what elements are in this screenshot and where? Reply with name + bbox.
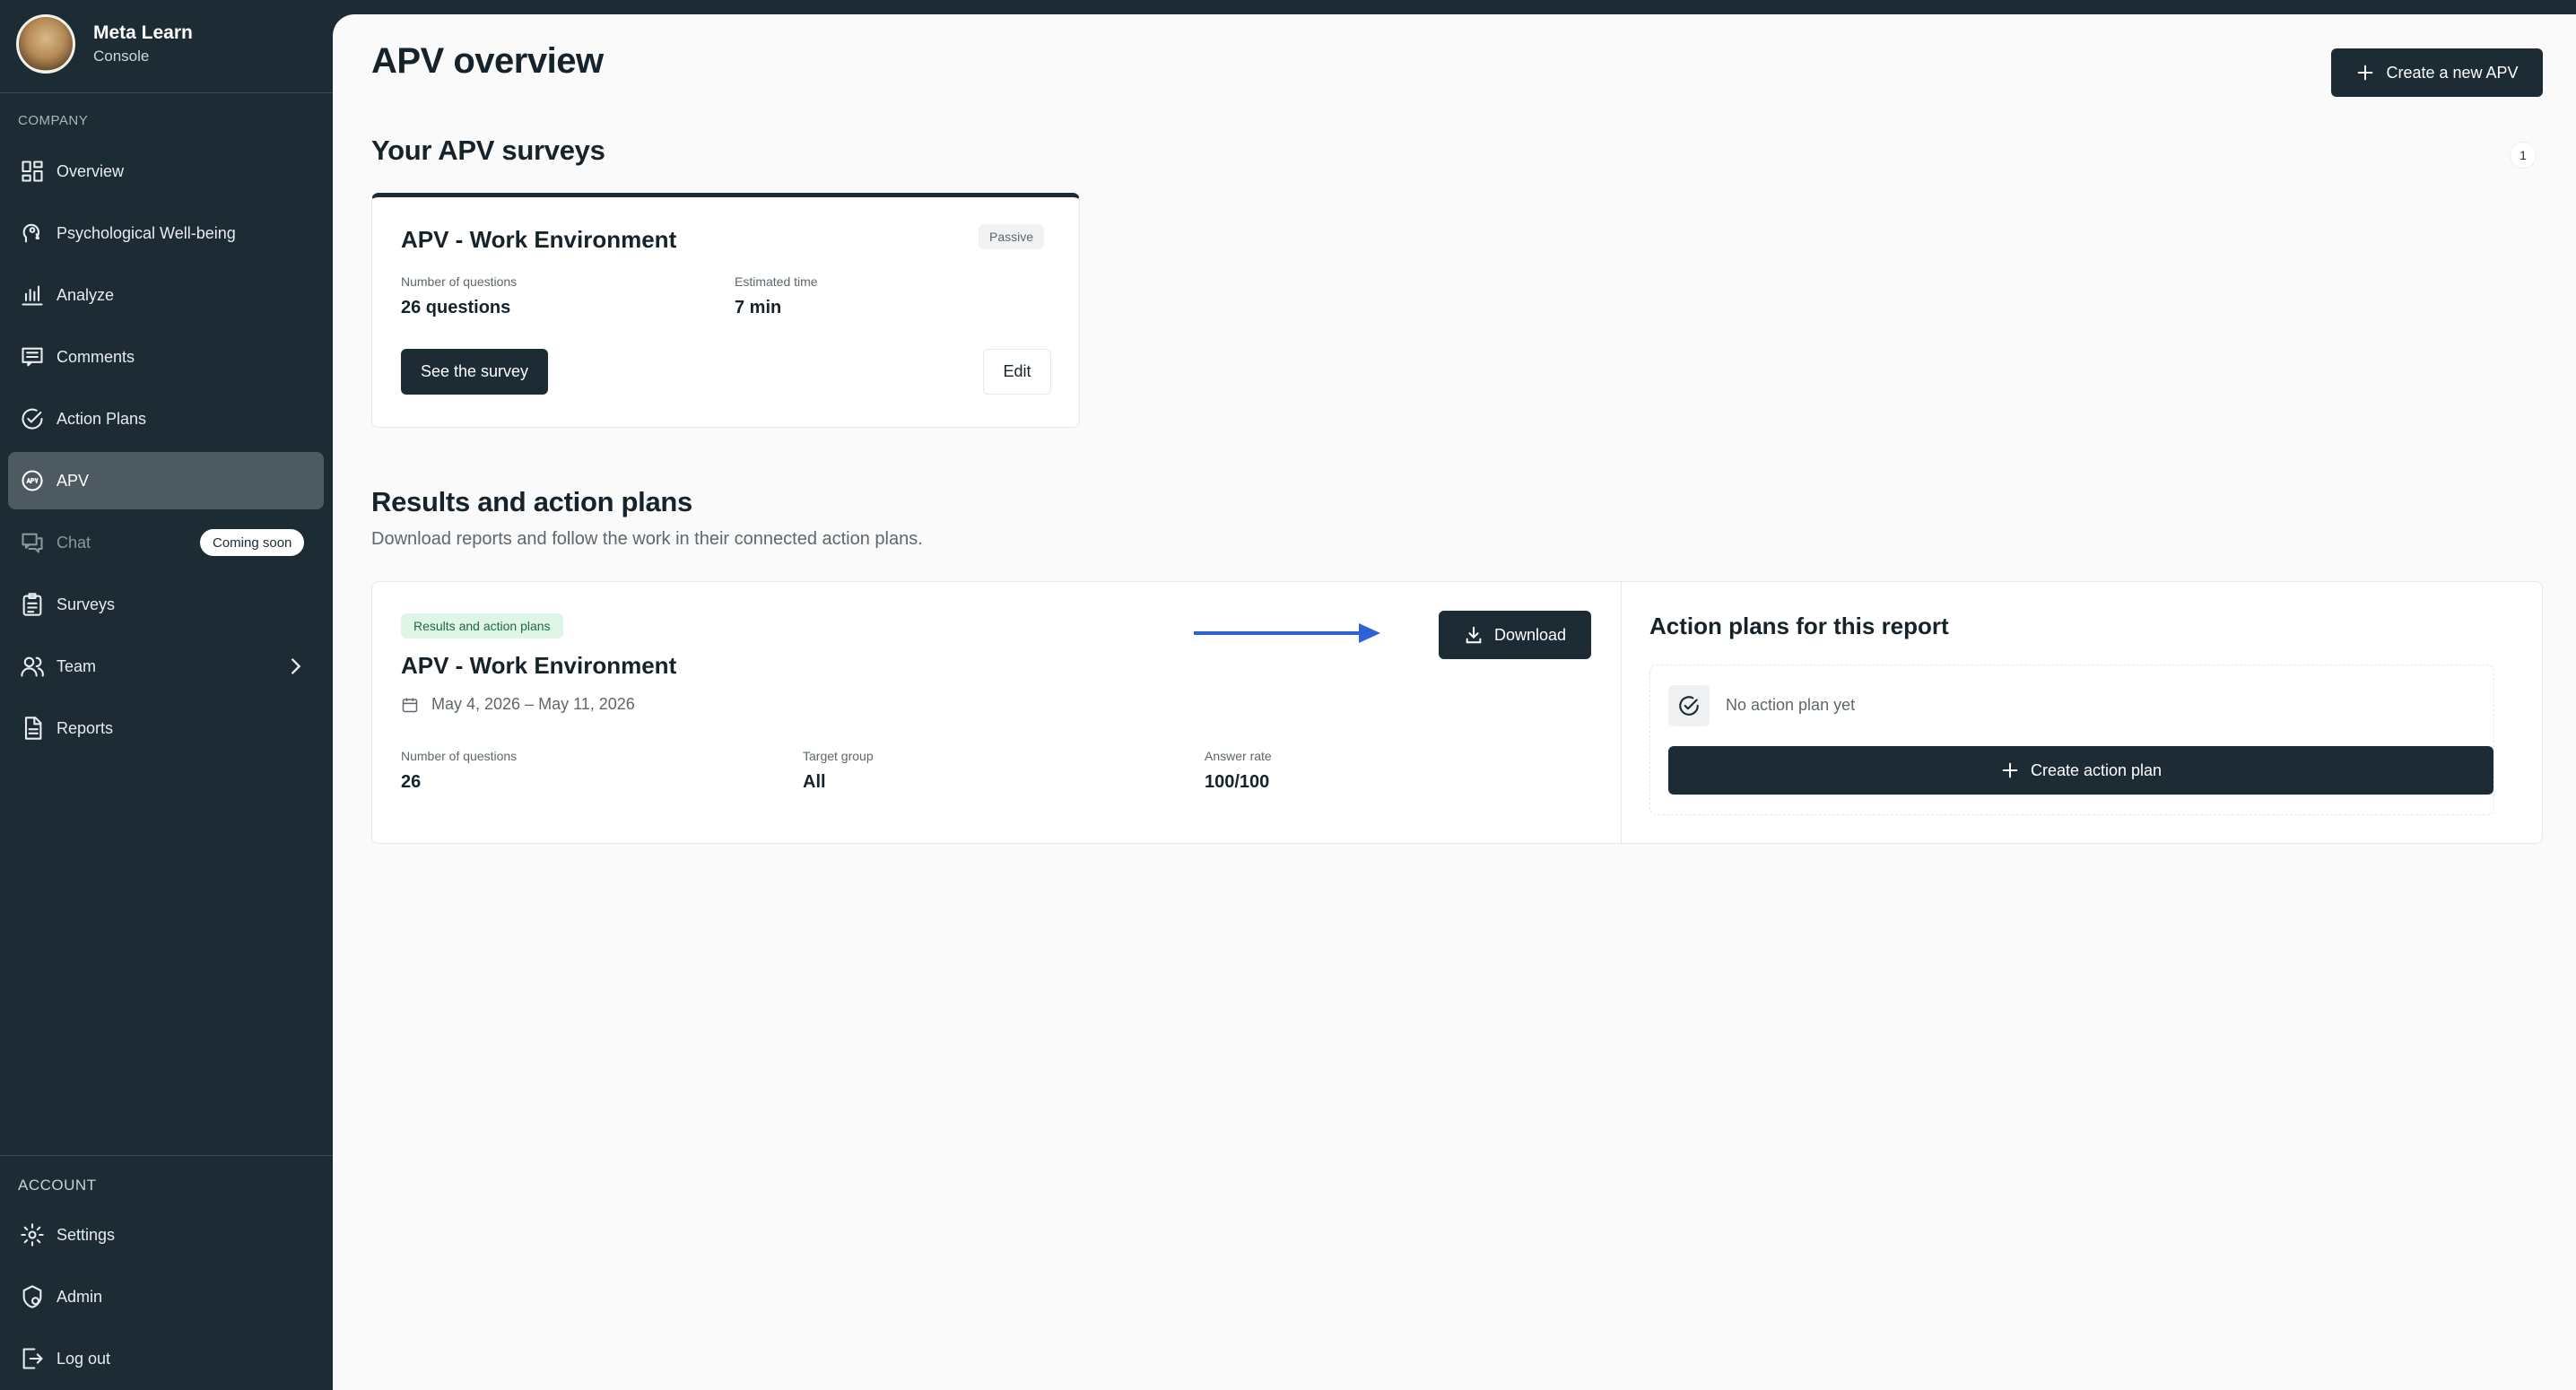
sidebar: Meta Learn Console COMPANY Overview Psyc… [0,0,333,1390]
chat-icon [19,529,46,556]
empty-state-text: No action plan yet [1726,696,1856,714]
time-label: Estimated time [735,274,818,289]
sidebar-item-surveys[interactable]: Surveys [8,576,324,633]
sidebar-item-label: Team [57,656,97,675]
sidebar-item-label: Analyze [57,285,115,304]
sidebar-item-settings[interactable]: Settings [8,1206,324,1264]
see-survey-button[interactable]: See the survey [401,349,548,395]
section-label-account: ACCOUNT [18,1177,97,1194]
sidebar-item-analyze[interactable]: Analyze [8,266,324,324]
results-card: Results and action plans Download APV - … [371,581,2543,844]
plus-icon [2000,760,2020,780]
results-section-title: Results and action plans [371,486,692,517]
questions-value: 26 [401,772,422,792]
questions-value: 26 questions [401,298,511,317]
brand-name: Meta Learn [93,22,193,43]
action-plans-title: Action plans for this report [1649,612,1949,639]
gear-icon [19,1221,46,1248]
sidebar-item-overview[interactable]: Overview [8,143,324,200]
download-icon [1464,625,1484,645]
sidebar-item-label: Surveys [57,595,116,613]
surveys-section-title: Your APV surveys [371,135,605,166]
sidebar-item-admin[interactable]: Admin [8,1268,324,1325]
date-range: May 4, 2026 – May 11, 2026 [401,695,635,714]
calendar-icon [402,698,418,712]
coming-soon-badge: Coming soon [200,529,305,556]
create-action-plan-button[interactable]: Create action plan [1668,746,2493,795]
survey-card-title: APV - Work Environment [401,226,677,253]
survey-card: APV - Work Environment Passive Number of… [371,193,1080,428]
date-range-text: May 4, 2026 – May 11, 2026 [431,695,635,713]
sidebar-item-label: Admin [57,1287,103,1306]
users-icon [19,653,46,680]
arrow-right-icon [1194,623,1380,643]
sidebar-item-reports[interactable]: Reports [8,699,324,757]
sidebar-item-label: Psychological Well-being [57,223,236,242]
sidebar-item-label: Action Plans [57,409,147,428]
sidebar-item-label: Comments [57,347,135,366]
download-button[interactable]: Download [1439,611,1591,659]
sidebar-item-label: Chat [57,533,91,552]
surveys-count-badge: 1 [2510,142,2537,169]
brand-subtitle: Console [93,48,150,65]
results-description: Download reports and follow the work in … [371,529,923,549]
sidebar-item-apv[interactable]: APV [8,452,324,509]
action-plans-panel: No action plan yet Create action plan [1649,665,2494,815]
divider [0,92,333,93]
time-value: 7 min [735,298,782,317]
sidebar-item-label: Log out [57,1349,111,1368]
sidebar-item-log-out[interactable]: Log out [8,1330,324,1387]
bar-chart-icon [19,282,46,308]
logout-icon [19,1345,46,1372]
plus-icon [2355,63,2375,83]
comment-icon [19,343,46,370]
questions-label: Number of questions [401,749,518,763]
target-group-label: Target group [803,749,874,763]
apv-icon [19,467,46,494]
report-icon [19,715,46,742]
brand-logo [16,14,75,74]
status-badge: Passive [979,224,1045,249]
button-label: Download [1493,625,1567,644]
questions-label: Number of questions [401,274,518,289]
results-card-title: APV - Work Environment [401,652,677,679]
admin-icon [19,1283,46,1310]
head-icon [19,220,46,247]
sidebar-item-label: APV [57,471,90,490]
section-label-company: COMPANY [18,113,89,128]
sidebar-item-label: Settings [57,1225,116,1244]
sidebar-item-psychological-well-being[interactable]: Psychological Well-being [8,204,324,262]
button-label: Create action plan [2030,760,2163,779]
check-circle-icon [19,405,46,432]
brand[interactable]: Meta Learn Console [16,14,193,74]
sidebar-item-label: Overview [57,161,125,180]
chevron-right-icon[interactable] [283,654,308,679]
answer-rate-label: Answer rate [1205,749,1272,763]
answer-rate-value: 100/100 [1205,772,1270,792]
sidebar-item-team[interactable]: Team [8,638,324,695]
clipboard-icon [19,591,46,618]
divider [0,1155,333,1156]
button-label: Create a new APV [2386,63,2519,82]
sidebar-item-action-plans[interactable]: Action Plans [8,390,324,447]
sidebar-item-label: Reports [57,718,114,737]
divider [1621,582,1622,843]
grid-icon [19,158,46,185]
create-apv-button[interactable]: Create a new APV [2331,48,2543,97]
target-group-value: All [803,772,826,792]
results-tag: Results and action plans [401,613,563,639]
sidebar-item-chat: Chat Coming soon [8,514,324,571]
sidebar-item-comments[interactable]: Comments [8,328,324,386]
main-content: APV overview Create a new APV Your APV s… [333,14,2576,1390]
page-title: APV overview [371,41,604,81]
edit-button[interactable]: Edit [983,349,1051,395]
check-circle-icon [1668,685,1710,726]
